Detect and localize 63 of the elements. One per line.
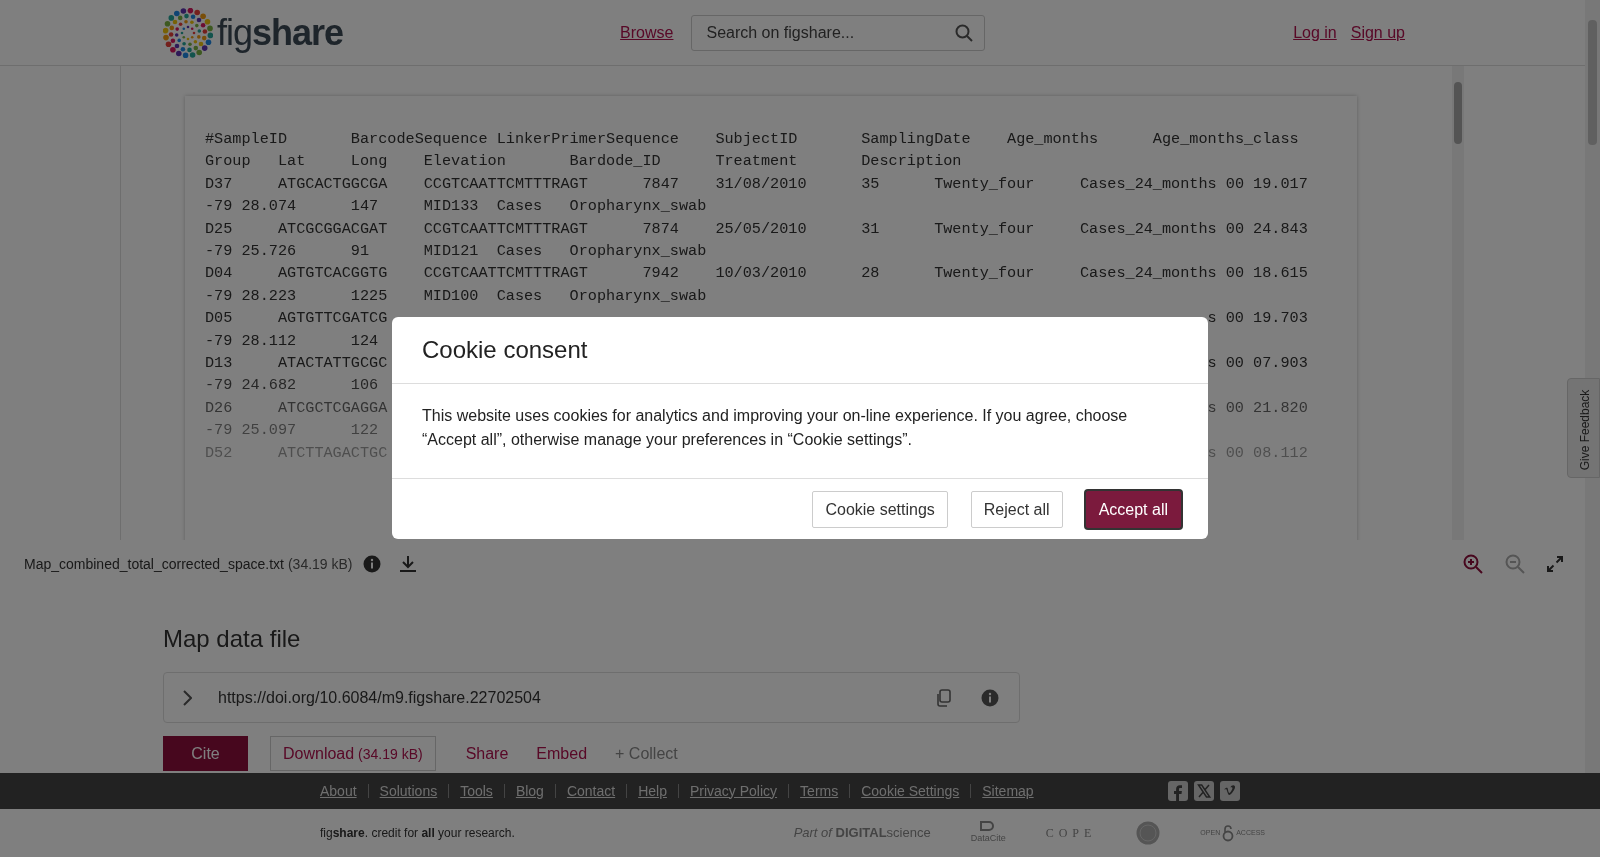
vimeo-icon[interactable] bbox=[1220, 781, 1240, 801]
item-title: Map data file bbox=[163, 624, 302, 654]
text-line: s 00 21.820 bbox=[1207, 397, 1308, 419]
text-line: D05 AGTGTTCGATCG bbox=[205, 308, 388, 330]
dialog-text: This website uses cookies for analytics and improving your on-line experience. If you agree, choose “Accept all”, otherwise manage your preferences in “Cookie settings”. bbox=[422, 406, 1129, 450]
x-icon[interactable] bbox=[1194, 781, 1214, 801]
doi-link[interactable]: https://doi.org/10.6084/m9.figshare.22702504 bbox=[218, 685, 541, 710]
footer-link[interactable]: Contact bbox=[566, 780, 616, 802]
footer-link[interactable]: Sitemap bbox=[982, 780, 1034, 802]
text-line: D04 AGTGTCACGGTG CCGTCAATTCMTTTRAGT 7942 10/03/2010 28 Twenty_four Cases_24_months 00 18.615 bbox=[205, 263, 1309, 285]
footer-link[interactable]: Privacy Policy bbox=[689, 780, 778, 802]
text-line: D13 ATACTATTGCGC bbox=[205, 353, 388, 375]
action-link[interactable]: Share bbox=[451, 741, 523, 766]
action-button[interactable]: Download (34.19 kB) bbox=[270, 736, 436, 771]
footer-link[interactable]: Terms bbox=[800, 780, 839, 802]
text-line: D37 ATGCACTGGCGA CCGTCAATTCMTTTRAGT 7847 31/08/2010 35 Twenty_four Cases_24_months 00 19.017 bbox=[205, 173, 1309, 195]
info-icon[interactable] bbox=[981, 688, 999, 707]
text-line: -79 24.682 106 bbox=[205, 375, 379, 397]
chevron-right-icon[interactable] bbox=[182, 689, 192, 706]
dialog-button[interactable]: Accept all bbox=[1085, 491, 1181, 528]
scrollbar[interactable] bbox=[1452, 66, 1464, 540]
text-line: s 00 19.703 bbox=[1207, 308, 1308, 330]
text-line: -79 28.223 1225 MID100 Cases Oropharynx_swab bbox=[205, 285, 708, 307]
auth-link[interactable]: Log in bbox=[1293, 20, 1337, 45]
dialog-button[interactable]: Cookie settings bbox=[812, 491, 948, 528]
text-line: s 00 07.903 bbox=[1207, 353, 1308, 375]
feedback-tab[interactable]: Give Feedback bbox=[1567, 378, 1600, 478]
text-line: -79 28.074 147 MID133 Cases Oropharynx_swab bbox=[205, 196, 708, 218]
auth-link[interactable]: Sign up bbox=[1350, 20, 1405, 45]
dialog-title: Cookie consent bbox=[422, 335, 589, 365]
text-line: D25 ATCGCGGACGAT CCGTCAATTCMTTTRAGT 7874 25/05/2010 31 Twenty_four Cases_24_months 00 24.843 bbox=[205, 218, 1309, 240]
footer-link[interactable]: Cookie Settings bbox=[861, 780, 960, 802]
footer-link[interactable]: Blog bbox=[515, 780, 544, 802]
text-line: #SampleID BarcodeSequence LinkerPrimerSequence SubjectID SamplingDate Age_months Age_months_class bbox=[205, 129, 1300, 150]
search-field[interactable]: Search on figshare... bbox=[691, 14, 986, 51]
search-icon[interactable] bbox=[955, 23, 974, 42]
logo-icon[interactable] bbox=[163, 7, 213, 58]
partner-logo[interactable]: Part of DIGITALscience bbox=[793, 823, 931, 843]
download-icon[interactable] bbox=[398, 555, 417, 573]
logo[interactable]: figshare bbox=[217, 14, 344, 51]
text-line: -79 25.726 91 MID121 Cases Oropharynx_swab bbox=[205, 241, 708, 263]
text-line: D26 ATCGCTCGAGGA bbox=[205, 397, 388, 419]
nav-link[interactable]: Browse bbox=[620, 20, 674, 45]
action-link[interactable]: + Collect bbox=[601, 741, 692, 766]
text-line: -79 25.097 122 bbox=[205, 420, 379, 442]
lock-icon bbox=[1222, 824, 1235, 842]
zoom-in-icon[interactable] bbox=[1463, 554, 1483, 574]
text-line: -79 28.112 124 bbox=[205, 330, 379, 352]
info-icon[interactable] bbox=[362, 555, 381, 573]
action-button[interactable]: Cite bbox=[163, 736, 248, 771]
file-name: Map_combined_total_corrected_space.txt bbox=[24, 554, 284, 574]
action-link[interactable]: Embed bbox=[522, 741, 602, 766]
dialog-button[interactable]: Reject all bbox=[970, 491, 1063, 528]
copy-icon[interactable] bbox=[935, 688, 951, 707]
footer-link[interactable]: Solutions bbox=[379, 780, 438, 802]
expand-icon[interactable] bbox=[1547, 556, 1563, 572]
text-line: Group Lat Long Elevation Bardode_ID Treatment Description bbox=[205, 151, 963, 173]
footer-link[interactable]: About bbox=[320, 780, 357, 802]
facebook-icon[interactable] bbox=[1168, 781, 1188, 801]
footer-link[interactable]: Tools bbox=[460, 780, 493, 802]
footer-link[interactable]: Help bbox=[638, 780, 667, 802]
footer-credit: figshare. credit for all your research. bbox=[320, 825, 515, 842]
file-size: (34.19 kB) bbox=[287, 554, 353, 574]
